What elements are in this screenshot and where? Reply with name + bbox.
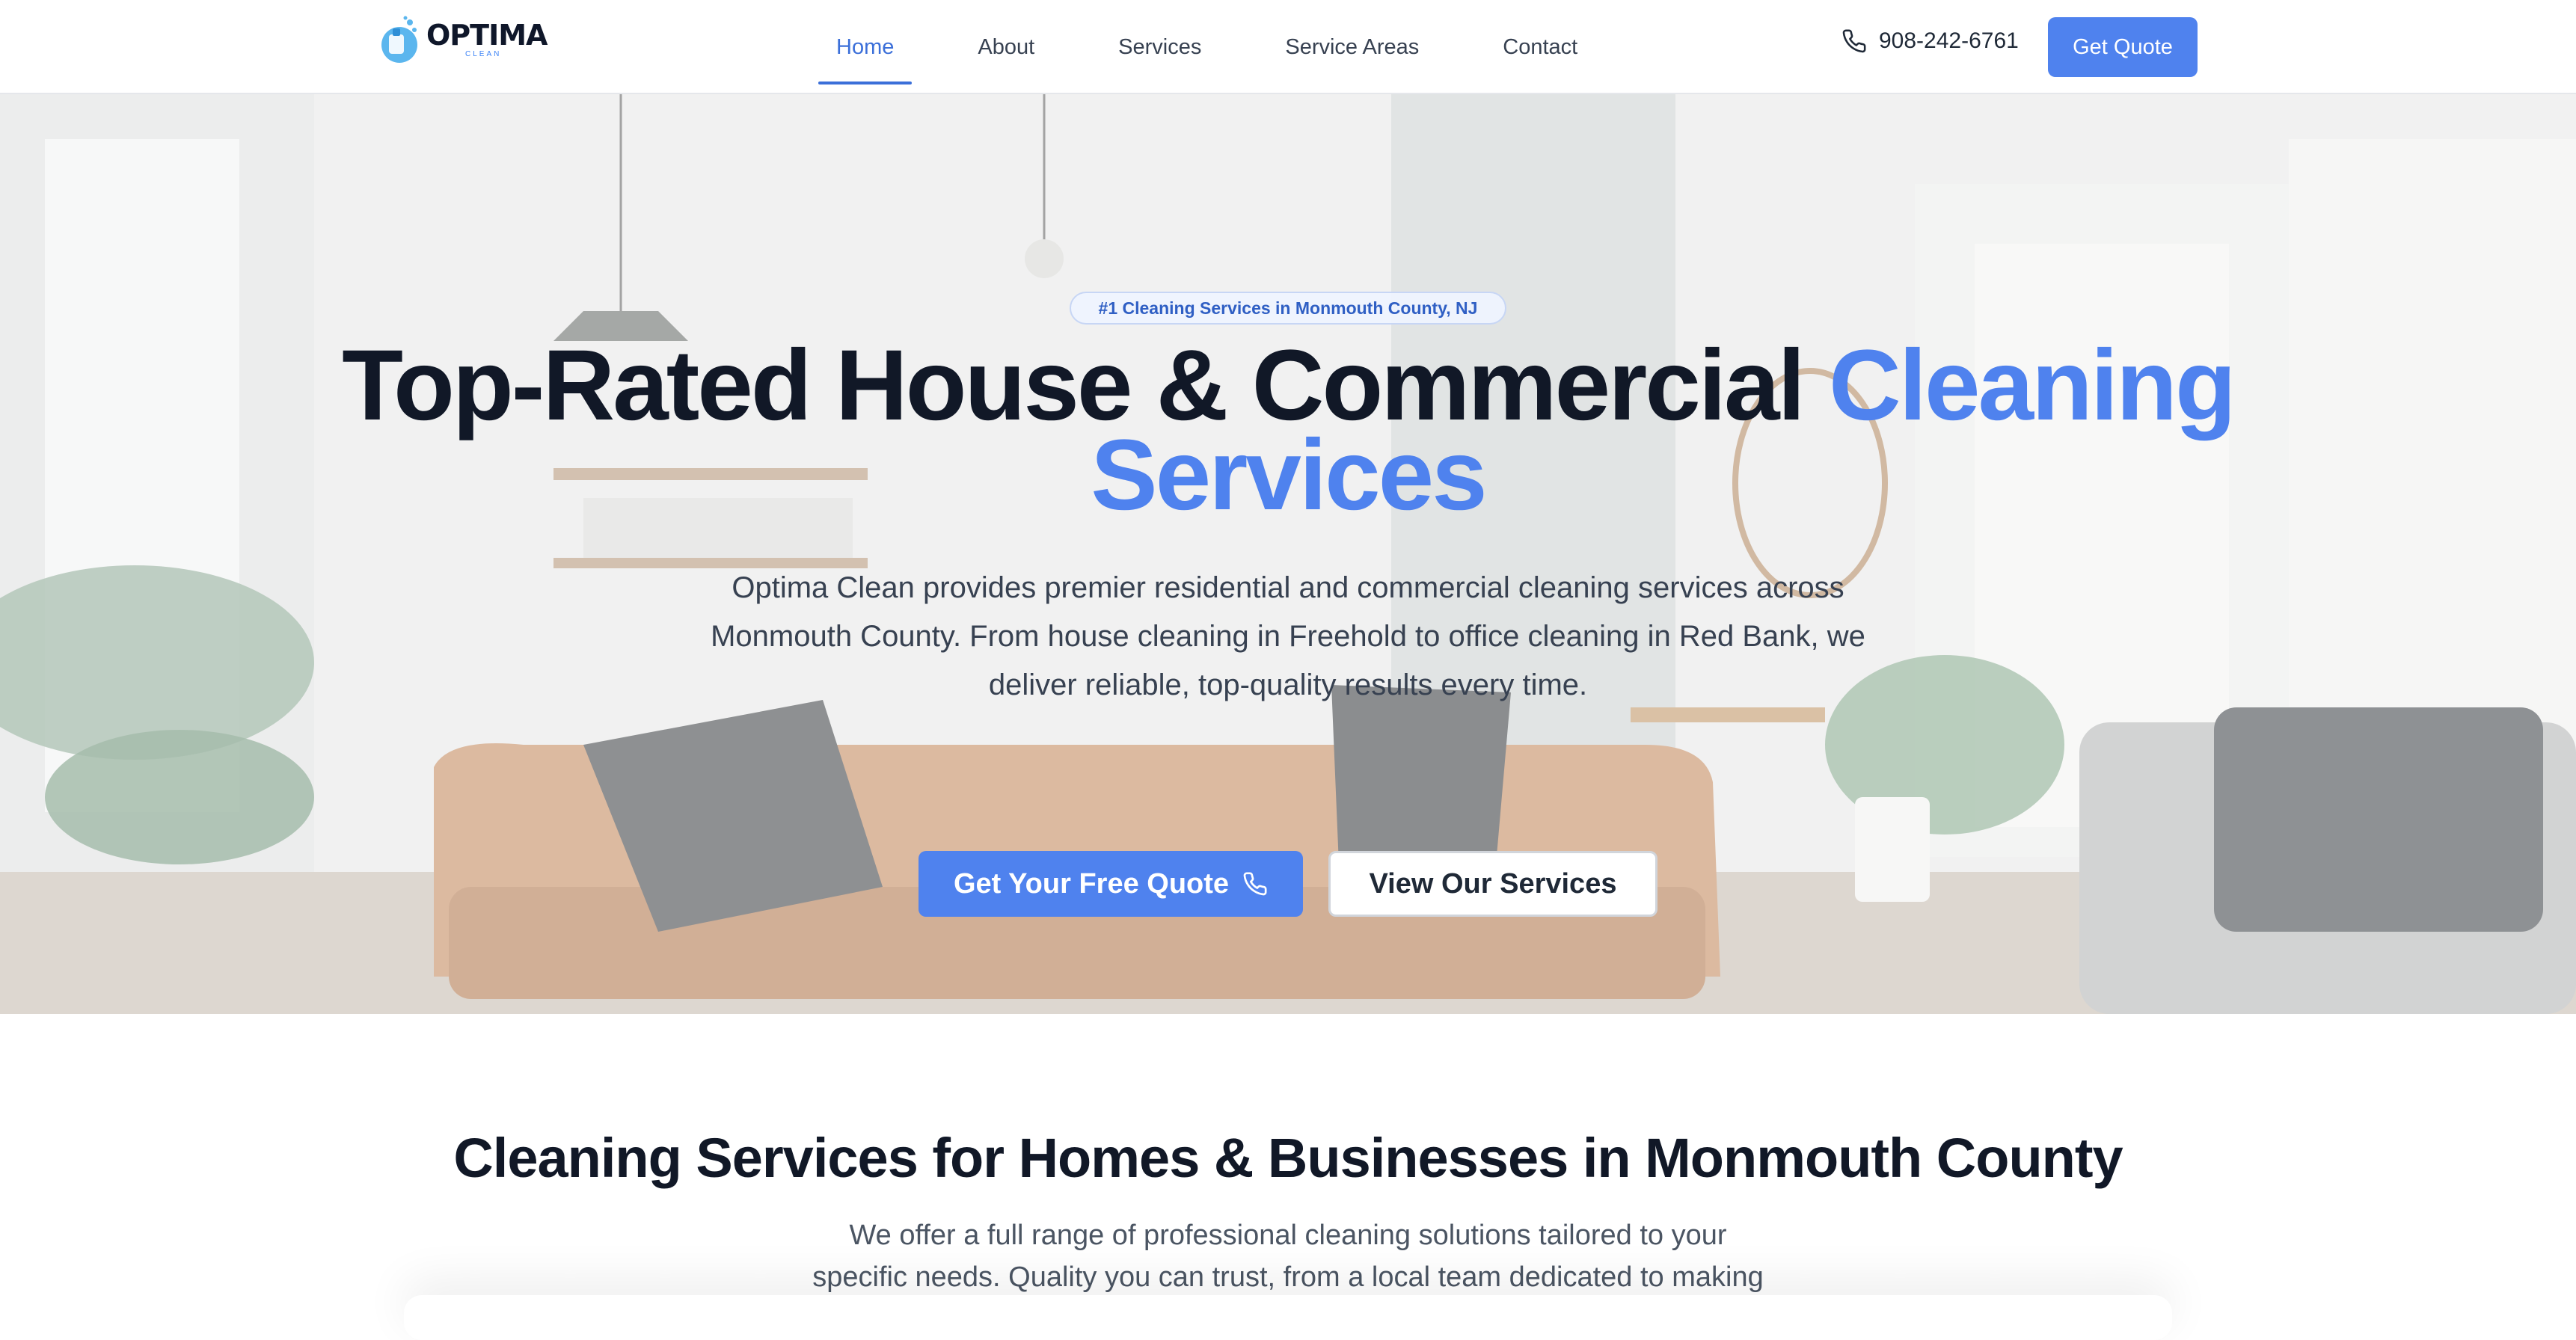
view-services-button[interactable]: View Our Services bbox=[1328, 851, 1657, 917]
main-menu: Home About Services Service Areas Contac… bbox=[818, 0, 1595, 94]
brand-logo[interactable]: OPTIMA CLEAN bbox=[377, 12, 548, 67]
top-navigation: OPTIMA CLEAN Home About Services Service… bbox=[0, 0, 2576, 94]
free-quote-label: Get Your Free Quote bbox=[953, 867, 1230, 900]
phone-number: 908-242-6761 bbox=[1879, 28, 2019, 53]
hero-description: Optima Clean provides premier residentia… bbox=[711, 571, 1865, 701]
hero-badge: #1 Cleaning Services in Monmouth County,… bbox=[1070, 292, 1506, 325]
hero-title-main: Top-Rated House & Commercial bbox=[342, 330, 1829, 441]
hero-title: Top-Rated House & Commercial Cleaning Se… bbox=[166, 336, 2410, 526]
brand-name: OPTIMA bbox=[426, 19, 548, 52]
get-quote-button[interactable]: Get Quote bbox=[2048, 17, 2198, 77]
services-intro-section: Cleaning Services for Homes & Businesses… bbox=[0, 1014, 2576, 1340]
nav-home[interactable]: Home bbox=[818, 10, 913, 84]
nav-about[interactable]: About bbox=[960, 10, 1052, 84]
nav-services[interactable]: Services bbox=[1100, 10, 1219, 84]
services-heading: Cleaning Services for Homes & Businesses… bbox=[453, 1127, 2123, 1189]
logo-icon bbox=[381, 16, 417, 63]
phone-icon bbox=[1842, 29, 1866, 53]
phone-link[interactable]: 908-242-6761 bbox=[1841, 28, 2019, 54]
brand-subtitle: CLEAN bbox=[465, 50, 502, 58]
nav-contact[interactable]: Contact bbox=[1485, 10, 1595, 84]
phone-icon bbox=[1243, 872, 1267, 896]
hero-section: #1 Cleaning Services in Monmouth County,… bbox=[0, 94, 2576, 1014]
free-quote-button[interactable]: Get Your Free Quote bbox=[919, 851, 1303, 917]
nav-service-areas[interactable]: Service Areas bbox=[1267, 10, 1437, 84]
services-card-edge bbox=[404, 1295, 2172, 1340]
